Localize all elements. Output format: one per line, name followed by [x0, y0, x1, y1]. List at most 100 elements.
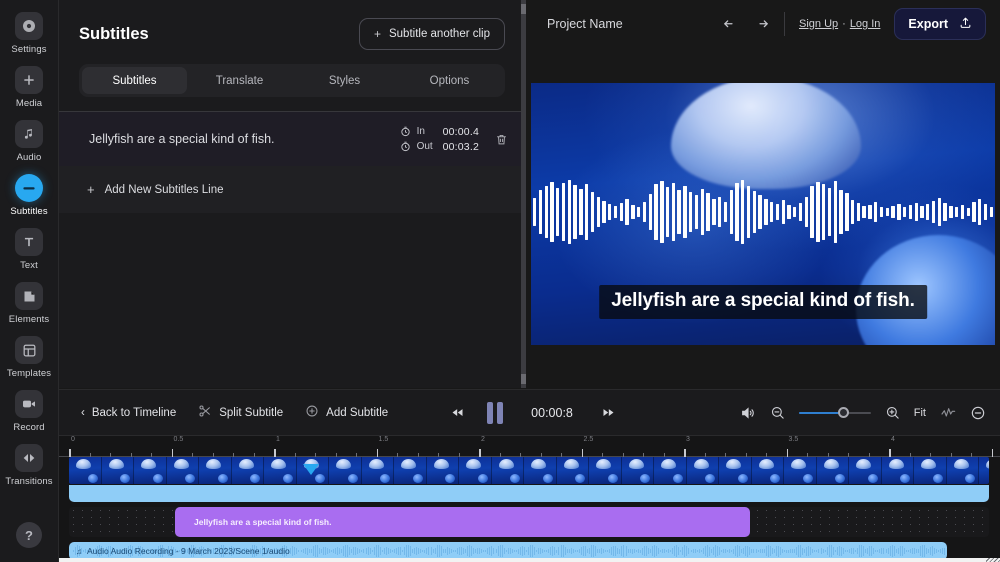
add-subtitle-button[interactable]: Add Subtitle — [305, 404, 388, 421]
video-thumbnail — [849, 457, 882, 484]
music-note-icon: ♫ — [76, 546, 82, 556]
subtitle-lines-list: Jellyfish are a special kind of fish. In… — [59, 112, 522, 166]
video-thumbnail-strip[interactable] — [69, 457, 989, 484]
video-thumbnail — [686, 457, 719, 484]
ruler-tick-label: 4 — [891, 436, 895, 443]
sidebar-item-record[interactable]: Record — [0, 390, 59, 433]
subtitle-out-time[interactable]: Out 00:03.2 — [400, 141, 479, 153]
fast-forward-icon[interactable] — [601, 405, 616, 420]
video-thumbnail — [979, 457, 989, 484]
upload-icon — [959, 16, 972, 32]
video-preview-canvas[interactable]: Jellyfish are a special kind of fish. — [531, 83, 995, 345]
tab-label: Translate — [215, 74, 264, 87]
video-thumbnail — [589, 457, 622, 484]
music-note-icon — [15, 120, 43, 148]
fit-button[interactable]: Fit — [914, 407, 926, 419]
tab-label: Styles — [328, 74, 361, 87]
sidebar-item-audio[interactable]: Audio — [0, 120, 59, 163]
sidebar-item-label: Record — [13, 422, 45, 433]
subtitle-line-text[interactable]: Jellyfish are a special kind of fish. — [89, 132, 275, 146]
ruler-tick-label: 3 — [686, 436, 690, 443]
log-in-link[interactable]: Log In — [850, 18, 881, 30]
waveform-icon[interactable] — [940, 405, 956, 421]
timeline[interactable]: 0 0.5 1 1.5 2 2.5 3 3.5 4 Jellyfish are a specia… — [59, 435, 1000, 562]
sidebar-item-label: Templates — [6, 368, 52, 379]
pause-icon[interactable] — [487, 401, 504, 424]
top-bar-right: Sign Up · Log In Export — [722, 8, 986, 40]
captions-icon[interactable] — [970, 405, 986, 421]
subtitle-clip[interactable]: Jellyfish are a special kind of fish. — [175, 507, 750, 537]
project-name[interactable]: Project Name — [547, 17, 623, 31]
sidebar-item-elements[interactable]: Elements — [0, 282, 59, 325]
redo-arrow-icon[interactable] — [753, 16, 770, 33]
subtitle-in-time[interactable]: In 00:00.4 — [400, 126, 479, 138]
video-thumbnail — [426, 457, 459, 484]
tab-label: Options — [429, 74, 470, 87]
transport-bar: ‹ Back to Timeline Split Subtitle Add Su… — [59, 389, 1000, 435]
zoom-in-icon[interactable] — [885, 405, 900, 420]
video-thumbnail — [394, 457, 427, 484]
left-sidebar: Settings Media Audio Subtitles Text Elem… — [0, 0, 59, 562]
zoom-slider[interactable] — [798, 406, 871, 420]
tab-subtitles[interactable]: Subtitles — [82, 67, 187, 94]
timeline-ruler[interactable]: 0 0.5 1 1.5 2 2.5 3 3.5 4 — [59, 436, 1000, 457]
trash-icon[interactable] — [495, 133, 508, 146]
page-title: Subtitles — [79, 24, 149, 43]
playback-controls: 00:00:8 — [450, 401, 616, 424]
subtitles-icon — [15, 174, 43, 202]
video-thumbnail — [199, 457, 232, 484]
export-button[interactable]: Export — [894, 8, 986, 40]
zoom-slider-knob[interactable] — [837, 407, 849, 418]
ruler-tick-label: 2.5 — [583, 436, 594, 443]
ruler-tick-label: 0 — [71, 436, 75, 443]
tab-styles[interactable]: Styles — [292, 67, 397, 94]
sidebar-item-templates[interactable]: Templates — [0, 336, 59, 379]
add-new-subtitles-line-button[interactable]: + Add New Subtitles Line — [87, 182, 508, 197]
panel-tabs: Subtitles Translate Styles Options — [79, 64, 505, 97]
sidebar-item-label: Settings — [11, 44, 47, 55]
help-question-icon[interactable]: ? — [16, 522, 42, 548]
timeline-view-controls: Fit — [740, 405, 986, 421]
speaker-icon[interactable] — [740, 405, 756, 421]
video-thumbnail — [491, 457, 524, 484]
video-thumbnail — [231, 457, 264, 484]
window-resize-grip[interactable] — [986, 558, 1000, 562]
sidebar-item-subtitles[interactable]: Subtitles — [0, 174, 59, 217]
split-subtitle-button[interactable]: Split Subtitle — [198, 404, 283, 421]
zoom-slider-fill — [798, 411, 842, 414]
video-thumbnail — [751, 457, 784, 484]
in-label: In — [416, 126, 425, 137]
zoom-out-icon[interactable] — [770, 405, 785, 420]
rewind-icon[interactable] — [450, 405, 465, 420]
elements-shape-icon — [15, 282, 43, 310]
subtitle-another-clip-button[interactable]: + Subtitle another clip — [358, 18, 505, 50]
tab-options[interactable]: Options — [397, 67, 502, 94]
video-clip-bar[interactable] — [69, 485, 989, 502]
subtitle-track[interactable]: Jellyfish are a special kind of fish. — [69, 507, 989, 537]
sign-up-link[interactable]: Sign Up — [799, 18, 838, 30]
ruler-tick-label: 1.5 — [378, 436, 389, 443]
video-thumbnail — [816, 457, 849, 484]
video-editor-app: Settings Media Audio Subtitles Text Elem… — [0, 0, 1000, 562]
sidebar-item-label: Elements — [8, 314, 50, 325]
sidebar-item-media[interactable]: Media — [0, 66, 59, 109]
subtitle-line-row[interactable]: Jellyfish are a special kind of fish. In… — [59, 112, 522, 166]
preview-caption[interactable]: Jellyfish are a special kind of fish. — [599, 285, 927, 319]
auth-links: Sign Up · Log In — [799, 18, 880, 30]
sidebar-item-label: Transitions — [5, 476, 53, 487]
video-thumbnail — [101, 457, 134, 484]
split-subtitle-label: Split Subtitle — [219, 406, 284, 419]
sidebar-item-transitions[interactable]: Transitions — [0, 444, 59, 487]
video-thumbnail — [361, 457, 394, 484]
sidebar-item-settings[interactable]: Settings — [0, 12, 59, 55]
undo-arrow-icon[interactable] — [722, 16, 739, 33]
tab-translate[interactable]: Translate — [187, 67, 292, 94]
subtitles-list-body: Jellyfish are a special kind of fish. In… — [59, 111, 522, 213]
sidebar-item-text[interactable]: Text — [0, 228, 59, 271]
subtitle-another-clip-label: Subtitle another clip — [388, 28, 490, 40]
add-new-subtitles-line-area: + Add New Subtitles Line — [59, 166, 522, 213]
sidebar-item-label: Audio — [16, 152, 42, 163]
back-to-timeline-button[interactable]: ‹ Back to Timeline — [81, 407, 176, 419]
subtitles-panel: Subtitles + Subtitle another clip Subtit… — [59, 0, 522, 388]
add-new-subtitles-line-label: Add New Subtitles Line — [104, 183, 224, 196]
